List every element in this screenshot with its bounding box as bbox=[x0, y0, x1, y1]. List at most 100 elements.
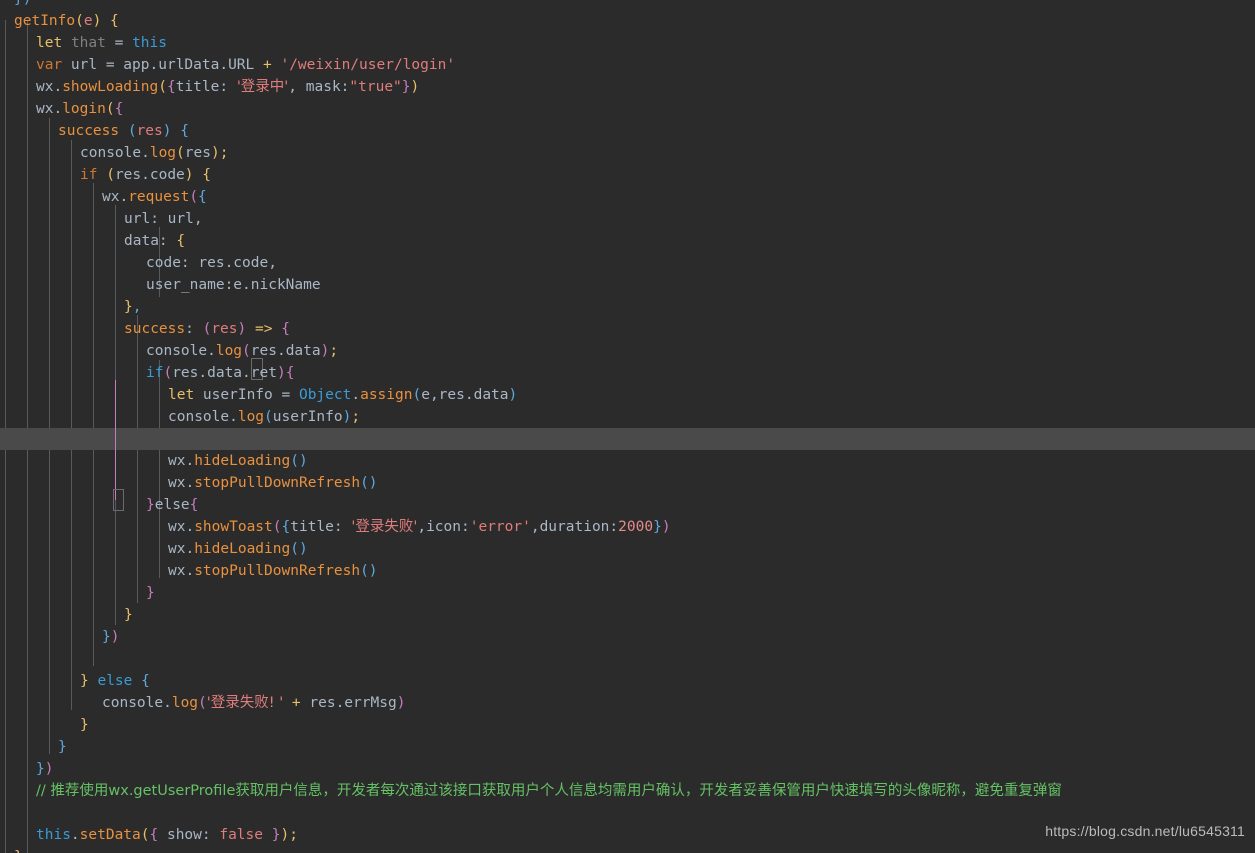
code-token: else bbox=[97, 673, 133, 689]
code-line[interactable]: var url = app.urlData.URL + '/weixin/use… bbox=[0, 54, 1255, 76]
code-token: () bbox=[290, 541, 308, 557]
code-line[interactable]: wx.stopPullDownRefresh() bbox=[0, 560, 1255, 582]
code-line[interactable]: if (res.code) { bbox=[0, 164, 1255, 186]
code-line[interactable] bbox=[0, 648, 1255, 670]
code-token: } bbox=[14, 849, 23, 853]
code-line[interactable]: } bbox=[0, 604, 1255, 626]
code-line[interactable]: wx.showLoading({title: '登录中', mask:"true… bbox=[0, 76, 1255, 98]
code-line[interactable]: console.log('登录失败! ' + res.errMsg) bbox=[0, 692, 1255, 714]
code-line[interactable]: let userInfo = Object.assign(e,res.data) bbox=[0, 384, 1255, 406]
code-token: title: bbox=[175, 79, 237, 95]
code-token: if bbox=[80, 167, 98, 183]
code-content[interactable]: }) getInfo(e) {let that = thisvar url = a… bbox=[0, 0, 1255, 853]
code-token: request bbox=[128, 189, 190, 205]
code-line[interactable]: let that = this bbox=[0, 32, 1255, 54]
code-token: ) bbox=[508, 387, 518, 403]
code-token: ) bbox=[110, 629, 120, 645]
code-line[interactable]: url: url, bbox=[0, 208, 1255, 230]
code-token: stopPullDownRefresh bbox=[194, 475, 361, 491]
code-token: log bbox=[149, 145, 177, 161]
code-line[interactable]: wx.request({ bbox=[0, 186, 1255, 208]
code-token: show: bbox=[158, 827, 220, 843]
code-line[interactable]: success (res) { bbox=[0, 120, 1255, 142]
code-token: getInfo bbox=[14, 13, 76, 29]
code-token: ( bbox=[202, 321, 212, 337]
code-token: } bbox=[58, 739, 67, 755]
code-line[interactable]: if(res.data.ret){ bbox=[0, 362, 1255, 384]
code-token: ) bbox=[410, 79, 420, 95]
code-line[interactable]: wx.hideLoading() bbox=[0, 538, 1255, 560]
code-line[interactable]: } bbox=[0, 736, 1255, 758]
code-token: ) bbox=[184, 167, 194, 183]
code-token: // 推荐使用wx.getUserProfile获取用户信息，开发者每次通过该接… bbox=[36, 783, 1062, 799]
code-token: setData bbox=[79, 827, 141, 843]
code-token: { bbox=[114, 101, 124, 117]
code-line[interactable]: } bbox=[0, 582, 1255, 604]
code-line[interactable]: } bbox=[0, 714, 1255, 736]
code-token: this bbox=[36, 827, 71, 843]
code-line[interactable] bbox=[0, 802, 1255, 824]
code-line[interactable]: console.log(res); bbox=[0, 142, 1255, 164]
code-token: login bbox=[62, 101, 106, 117]
code-line[interactable]: } bbox=[0, 846, 1255, 853]
code-token: res bbox=[184, 145, 211, 161]
code-token: wx. bbox=[102, 189, 129, 205]
code-line[interactable] bbox=[0, 428, 1255, 450]
code-token: ( bbox=[189, 189, 199, 205]
code-token: else bbox=[154, 497, 190, 513]
code-token: }) bbox=[14, 0, 31, 7]
code-line[interactable]: data: { bbox=[0, 230, 1255, 252]
code-editor[interactable]: }) getInfo(e) {let that = thisvar url = a… bbox=[0, 0, 1255, 853]
code-token: } bbox=[146, 585, 155, 601]
code-token: ) bbox=[210, 145, 220, 161]
code-token: . bbox=[70, 827, 80, 843]
code-token: let bbox=[168, 387, 195, 403]
code-line[interactable]: wx.login({ bbox=[0, 98, 1255, 120]
code-token: , mask: bbox=[288, 79, 350, 95]
code-token: console. bbox=[102, 695, 172, 711]
code-line[interactable]: wx.hideLoading() bbox=[0, 450, 1255, 472]
code-line[interactable]: } else { bbox=[0, 670, 1255, 692]
code-token: ( bbox=[198, 695, 207, 711]
code-token: ) bbox=[162, 123, 172, 139]
code-line[interactable]: wx.stopPullDownRefresh() bbox=[0, 472, 1255, 494]
code-line[interactable]: }, bbox=[0, 296, 1255, 318]
code-token: hideLoading bbox=[194, 541, 291, 557]
code-token: userInfo bbox=[272, 409, 343, 425]
code-token: hideLoading bbox=[194, 453, 291, 469]
code-line[interactable]: console.log(userInfo); bbox=[0, 406, 1255, 428]
code-line[interactable]: success: (res) => { bbox=[0, 318, 1255, 340]
code-token: { bbox=[281, 519, 291, 535]
code-token: log bbox=[171, 695, 199, 711]
code-line[interactable]: console.log(res.data); bbox=[0, 340, 1255, 362]
code-line[interactable]: user_name:e.nickName bbox=[0, 274, 1255, 296]
code-line[interactable]: }) bbox=[0, 626, 1255, 648]
code-token: url: url, bbox=[124, 211, 203, 227]
code-line[interactable]: }) bbox=[0, 758, 1255, 780]
code-token: wx. bbox=[168, 453, 195, 469]
code-line[interactable]: // 推荐使用wx.getUserProfile获取用户信息，开发者每次通过该接… bbox=[0, 780, 1255, 802]
code-line[interactable]: }) bbox=[0, 0, 1255, 10]
code-token: { bbox=[149, 827, 159, 843]
code-token: ,icon: bbox=[417, 519, 470, 535]
code-token: wx. bbox=[168, 541, 195, 557]
code-token: '登录失败' bbox=[351, 519, 418, 535]
code-line[interactable]: code: res.code, bbox=[0, 252, 1255, 274]
code-token: { bbox=[176, 233, 186, 249]
code-token: => bbox=[254, 321, 273, 337]
code-token: } bbox=[124, 607, 133, 623]
code-token: ( bbox=[163, 365, 173, 381]
code-line[interactable]: getInfo(e) { bbox=[0, 10, 1255, 32]
code-token: user_name:e.nickName bbox=[146, 277, 321, 293]
code-token: ( bbox=[176, 145, 185, 161]
code-token: url = app.urlData.URL bbox=[62, 57, 263, 73]
code-token: ( bbox=[140, 827, 150, 843]
code-line[interactable]: }else{ bbox=[0, 494, 1255, 516]
code-token: ( bbox=[75, 13, 84, 29]
code-token: ( bbox=[264, 409, 273, 425]
code-line[interactable]: wx.showToast({title: '登录失败',icon:'error'… bbox=[0, 516, 1255, 538]
code-token: ( bbox=[106, 167, 115, 183]
